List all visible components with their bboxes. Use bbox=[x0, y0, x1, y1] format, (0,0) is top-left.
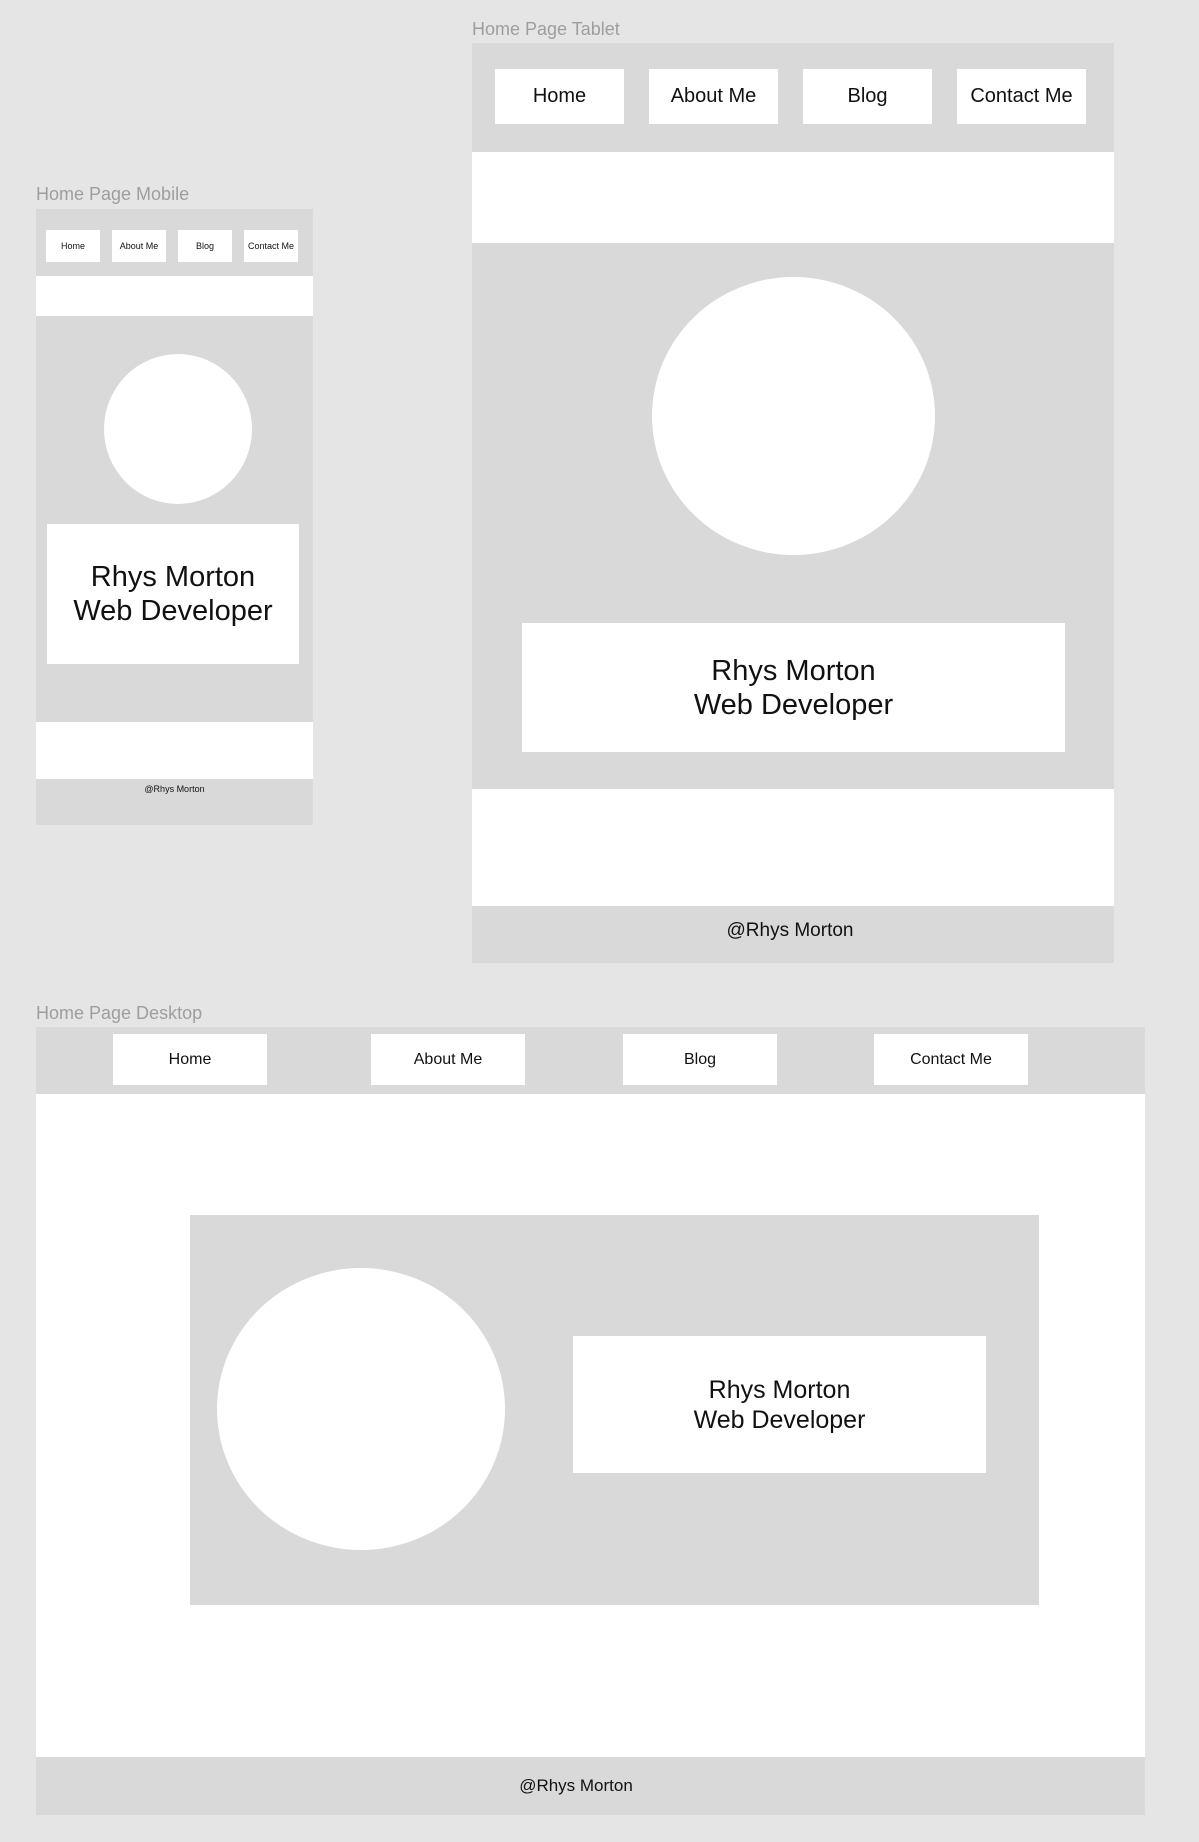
role-text: Web Developer bbox=[693, 1405, 866, 1434]
name-card: Rhys Morton Web Developer bbox=[573, 1336, 986, 1473]
frame-home-mobile: Home About Me Blog Contact Me Rhys Morto… bbox=[36, 209, 313, 825]
frame-label-tablet: Home Page Tablet bbox=[472, 19, 620, 39]
spacer-band-top bbox=[472, 152, 1114, 243]
nav-home-button[interactable]: Home bbox=[113, 1034, 267, 1085]
nav-blog-button[interactable]: Blog bbox=[803, 69, 932, 124]
footer-text: @Rhys Morton bbox=[144, 784, 205, 794]
name-card: Rhys Morton Web Developer bbox=[47, 524, 299, 664]
nav-contact-me-button[interactable]: Contact Me bbox=[874, 1034, 1028, 1085]
nav-contact-me-button[interactable]: Contact Me bbox=[244, 230, 298, 262]
nav-about-me-button[interactable]: About Me bbox=[371, 1034, 525, 1085]
role-text: Web Developer bbox=[73, 595, 273, 627]
spacer-band-bottom bbox=[472, 789, 1114, 906]
avatar-placeholder bbox=[104, 354, 252, 504]
frame-label-desktop: Home Page Desktop bbox=[36, 1003, 203, 1023]
nav-home-button[interactable]: Home bbox=[495, 69, 624, 124]
name-card: Rhys Morton Web Developer bbox=[522, 623, 1065, 752]
nav-about-me-button[interactable]: About Me bbox=[649, 69, 778, 124]
frame-home-tablet: Home About Me Blog Contact Me Rhys Morto… bbox=[472, 43, 1114, 963]
name-text: Rhys Morton bbox=[708, 1375, 851, 1404]
avatar-placeholder bbox=[652, 277, 935, 555]
nav-blog-button[interactable]: Blog bbox=[178, 230, 232, 262]
name-text: Rhys Morton bbox=[711, 654, 876, 687]
nav-contact-me-button[interactable]: Contact Me bbox=[957, 69, 1086, 124]
frame-home-desktop: Home About Me Blog Contact Me Rhys Morto… bbox=[36, 1027, 1145, 1815]
nav-blog-button[interactable]: Blog bbox=[623, 1034, 777, 1085]
nav-about-me-button[interactable]: About Me bbox=[112, 230, 166, 262]
spacer-band-top bbox=[36, 276, 313, 316]
nav-home-button[interactable]: Home bbox=[46, 230, 100, 262]
spacer-band-bottom bbox=[36, 722, 313, 779]
footer-text: @Rhys Morton bbox=[519, 1776, 633, 1795]
frame-label-mobile: Home Page Mobile bbox=[36, 184, 190, 204]
avatar-placeholder bbox=[217, 1268, 505, 1550]
name-text: Rhys Morton bbox=[90, 561, 256, 593]
footer-text: @Rhys Morton bbox=[726, 920, 854, 941]
role-text: Web Developer bbox=[693, 688, 894, 721]
